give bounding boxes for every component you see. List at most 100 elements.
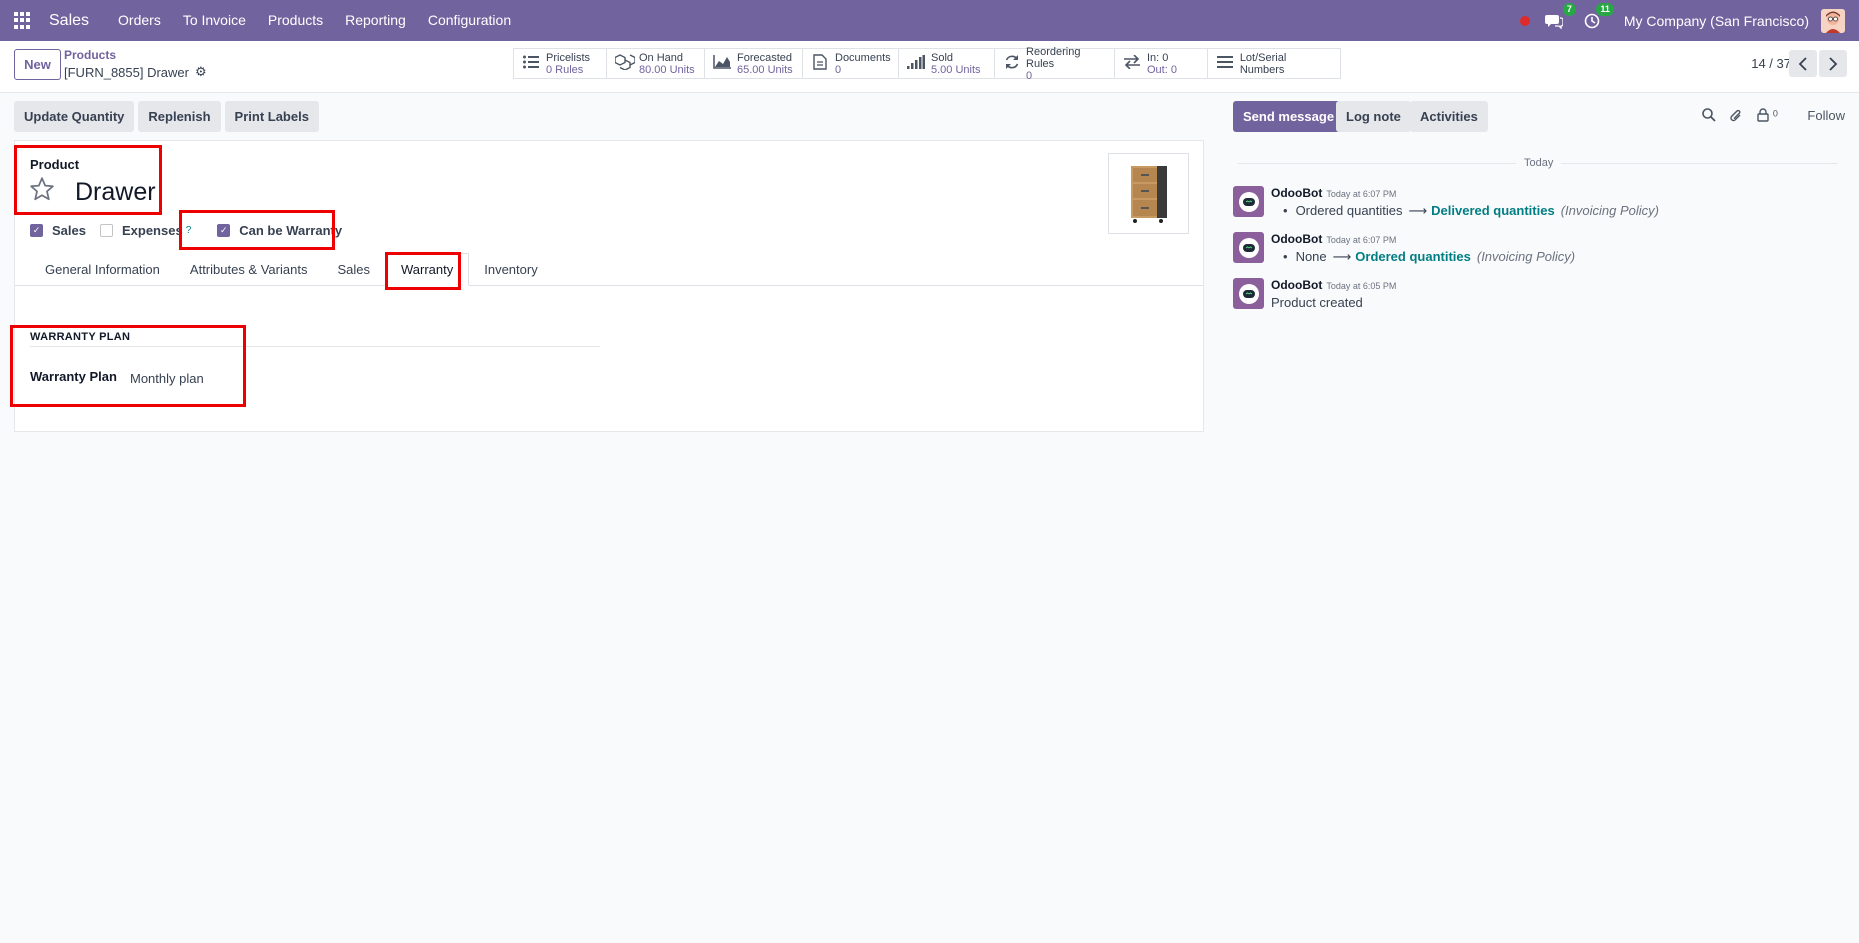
- smart-button-on-hand[interactable]: On Hand 80.00 Units: [606, 48, 705, 79]
- new-button[interactable]: New: [14, 49, 61, 80]
- smart-button-reordering-rules[interactable]: Reordering Rules 0: [994, 45, 1115, 82]
- smart-button-pricelists[interactable]: Pricelists 0 Rules: [513, 48, 607, 79]
- can-be-warranty-checkbox[interactable]: ✓ Can be Warranty: [217, 223, 342, 238]
- control-panel: New Products [FURN_8855] Drawer ⚙ Pricel…: [0, 41, 1859, 93]
- message-author: OdooBot Today at 6:05 PM: [1271, 278, 1397, 292]
- pager-previous-button[interactable]: [1789, 50, 1817, 77]
- smart-button-value: 0: [835, 63, 842, 76]
- check-icon: ✓: [217, 224, 231, 237]
- breadcrumb-current: [FURN_8855] Drawer ⚙: [64, 64, 207, 80]
- follow-button[interactable]: Follow: [1807, 108, 1845, 123]
- record-name: [FURN_8855] Drawer: [64, 64, 189, 80]
- smart-button-label: Forecasted: [737, 51, 793, 64]
- menu-reporting[interactable]: Reporting: [334, 0, 417, 41]
- smart-button-value: 65.00 Units: [737, 63, 793, 76]
- smart-button-in-out[interactable]: In: 0 Out: 0: [1114, 48, 1208, 79]
- systray: 7 11 My Company (San Francisco): [1519, 0, 1859, 41]
- section-divider: [30, 346, 600, 347]
- message-author: OdooBot Today at 6:07 PM: [1271, 232, 1397, 246]
- signal-icon: [907, 54, 925, 73]
- arrow-right-icon: ⟶: [1332, 249, 1352, 264]
- odoobot-avatar[interactable]: [1233, 278, 1264, 309]
- smart-button-sold[interactable]: Sold 5.00 Units: [898, 48, 995, 79]
- company-switcher[interactable]: My Company (San Francisco): [1624, 13, 1809, 29]
- tab-warranty[interactable]: Warranty: [384, 253, 470, 286]
- app-name[interactable]: Sales: [49, 12, 89, 30]
- paperclip-icon[interactable]: [1729, 108, 1743, 127]
- smart-button-label: Pricelists: [546, 51, 591, 64]
- tracking-value: • None ⟶ Ordered quantities (Invoicing Polic…: [1283, 249, 1576, 264]
- odoobot-avatar[interactable]: [1233, 186, 1264, 217]
- message-author: OdooBot Today at 6:07 PM: [1271, 186, 1397, 200]
- tab-attributes-variants[interactable]: Attributes & Variants: [175, 253, 323, 286]
- gear-icon[interactable]: ⚙: [195, 64, 207, 80]
- messages-badge: 7: [1562, 2, 1576, 16]
- recording-dot-icon: [1519, 15, 1530, 26]
- search-icon[interactable]: [1702, 108, 1716, 125]
- activity-clock-icon[interactable]: 11: [1582, 2, 1614, 31]
- smart-button-documents[interactable]: Documents 0: [802, 48, 899, 79]
- help-tooltip-icon[interactable]: ?: [186, 225, 192, 236]
- sales-checkbox-label: Sales: [52, 223, 86, 238]
- product-name-label: Product: [30, 157, 80, 172]
- replenish-button[interactable]: Replenish: [138, 101, 221, 132]
- app-grid-icon[interactable]: [14, 11, 32, 30]
- smart-buttons: Pricelists 0 Rules On Hand 80.00 Units For…: [513, 45, 1341, 82]
- can-be-warranty-label: Can be Warranty: [239, 223, 343, 238]
- smart-button-lot-serial[interactable]: Lot/Serial Numbers: [1207, 48, 1341, 79]
- refresh-icon: [1003, 54, 1020, 74]
- smart-button-forecasted[interactable]: Forecasted 65.00 Units: [704, 48, 803, 79]
- smart-button-value: 5.00 Units: [931, 63, 981, 76]
- tracking-field-name: (Invoicing Policy): [1476, 249, 1576, 264]
- followers-icon[interactable]: 0: [1757, 108, 1778, 125]
- warranty-plan-field[interactable]: Monthly plan: [130, 371, 204, 386]
- odoobot-avatar[interactable]: [1233, 232, 1264, 263]
- chatter-message: OdooBot Today at 6:05 PM Product created: [1233, 278, 1843, 314]
- tab-general-information[interactable]: General Information: [30, 253, 175, 286]
- sales-checkbox[interactable]: ✓ Sales: [30, 223, 86, 238]
- product-name-input[interactable]: Drawer: [75, 178, 156, 207]
- tracking-old-value: Ordered quantities: [1295, 203, 1403, 218]
- tracking-old-value: None: [1295, 249, 1327, 264]
- activities-badge: 11: [1596, 2, 1614, 16]
- arrow-right-icon: ⟶: [1408, 203, 1428, 218]
- menu-to-invoice[interactable]: To Invoice: [172, 0, 257, 41]
- product-image[interactable]: [1108, 153, 1189, 234]
- activities-button[interactable]: Activities: [1410, 101, 1488, 132]
- tab-inventory[interactable]: Inventory: [469, 253, 552, 286]
- chatter-toolbar: Send message Log note Activities 0 Follo…: [1233, 101, 1845, 132]
- menu-products[interactable]: Products: [257, 0, 334, 41]
- top-navbar: Sales Orders To Invoice Products Reporti…: [0, 0, 1859, 41]
- send-message-button[interactable]: Send message: [1233, 101, 1345, 132]
- smart-button-label: Documents: [835, 51, 891, 64]
- list-icon: [522, 55, 540, 73]
- chatter-message: OdooBot Today at 6:07 PM • Ordered quantit…: [1233, 186, 1843, 222]
- smart-button-value: 80.00 Units: [639, 63, 695, 76]
- form-sheet: Product Drawer ✓ Sales Expenses ? ✓ Can …: [14, 140, 1204, 432]
- exchange-icon: [1123, 53, 1141, 73]
- tab-sales[interactable]: Sales: [322, 253, 385, 286]
- tracking-value: • Ordered quantities ⟶ Delivered quantities…: [1283, 203, 1659, 218]
- menu-orders[interactable]: Orders: [107, 0, 172, 41]
- smart-button-value: 0: [1026, 69, 1033, 82]
- pager-value[interactable]: 14 / 37: [1751, 56, 1791, 71]
- tracking-new-value: Delivered quantities: [1431, 203, 1555, 218]
- log-note-button[interactable]: Log note: [1336, 101, 1411, 132]
- message-time: Today at 6:07 PM: [1326, 189, 1397, 199]
- messaging-icon[interactable]: 7: [1544, 2, 1576, 31]
- menu-configuration[interactable]: Configuration: [417, 0, 522, 41]
- expenses-checkbox[interactable]: Expenses ?: [99, 223, 192, 238]
- chatter-message: OdooBot Today at 6:07 PM • None ⟶ Ordered qu…: [1233, 232, 1843, 268]
- smart-button-value: 0 Rules: [546, 63, 584, 76]
- favorite-star-icon[interactable]: [29, 176, 55, 209]
- print-labels-button[interactable]: Print Labels: [224, 101, 319, 132]
- area-chart-icon: [713, 54, 731, 73]
- smart-button-label: Reordering Rules: [1026, 45, 1081, 70]
- pager-next-button[interactable]: [1819, 50, 1847, 77]
- message-time: Today at 6:05 PM: [1326, 281, 1397, 291]
- notebook-tabs: General Information Attributes & Variant…: [15, 253, 1203, 286]
- user-avatar[interactable]: [1821, 8, 1845, 33]
- update-quantity-button[interactable]: Update Quantity: [14, 101, 135, 132]
- smart-button-label: In: 0: [1147, 51, 1169, 64]
- breadcrumb-products[interactable]: Products: [64, 48, 116, 62]
